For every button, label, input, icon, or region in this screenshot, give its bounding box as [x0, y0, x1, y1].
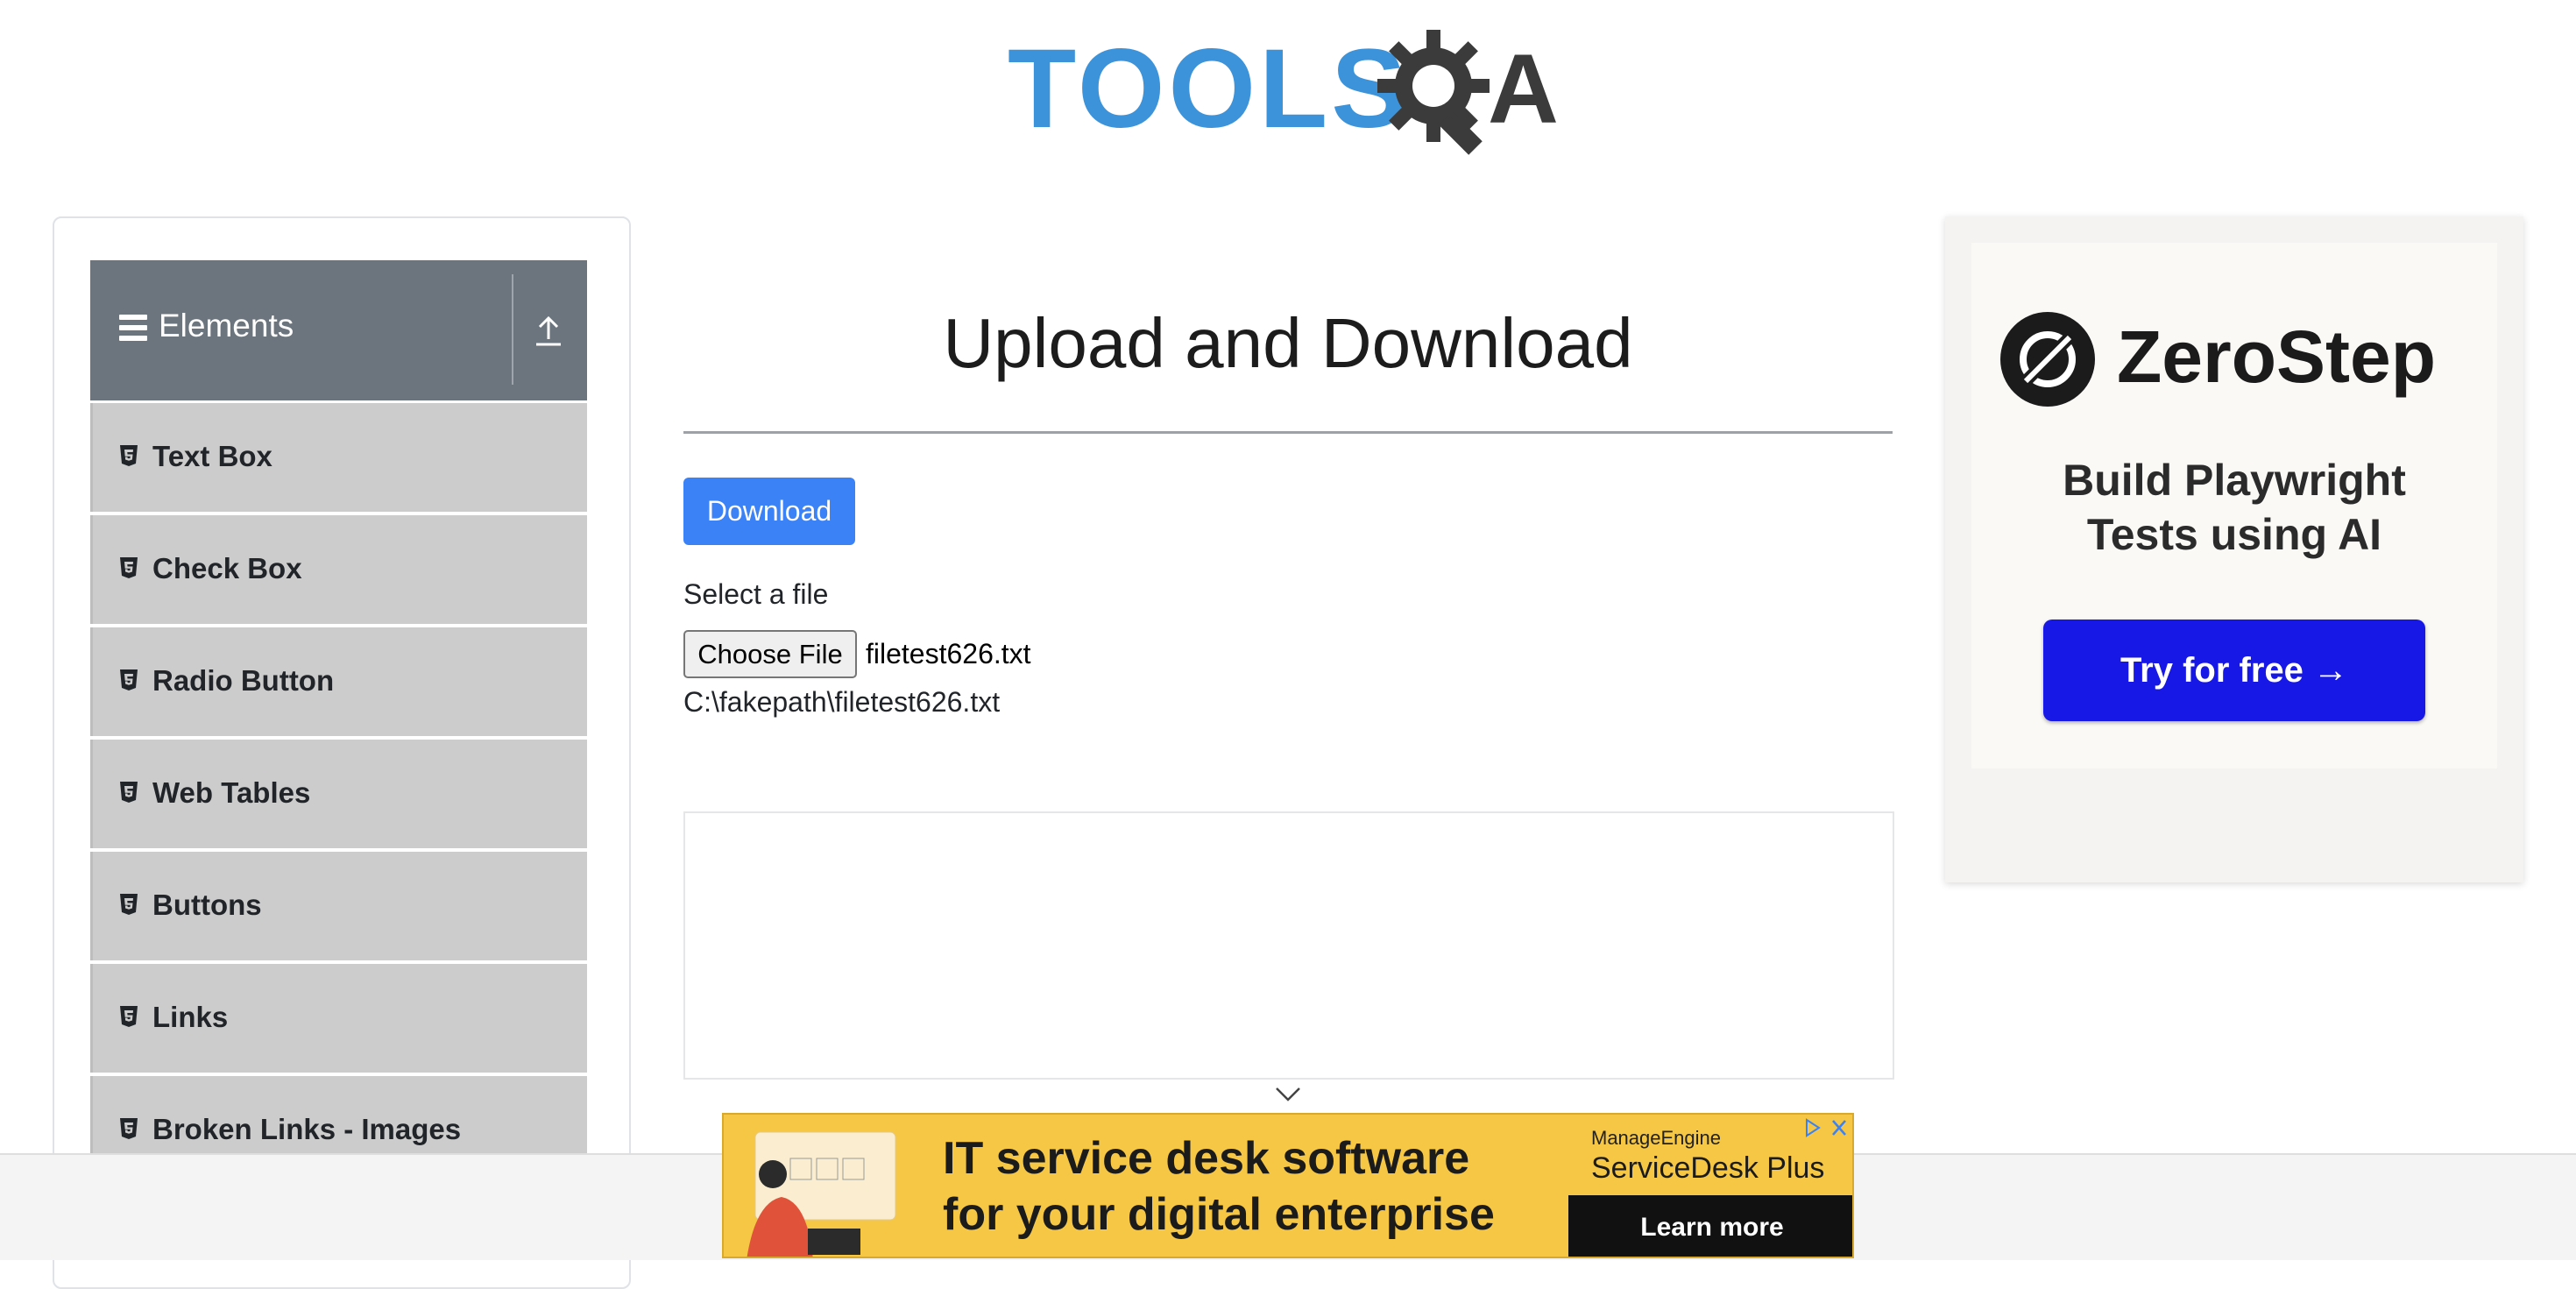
zerostep-logo-icon	[2000, 312, 2095, 407]
sidebar-item-label: Buttons	[152, 889, 262, 921]
choose-file-button[interactable]: Choose File	[683, 630, 857, 678]
sidebar-group-header[interactable]: Elements	[90, 260, 587, 400]
sidebar-item-label: Radio Button	[152, 664, 335, 697]
html5-icon	[120, 445, 138, 466]
menu-icon	[119, 315, 147, 341]
uploaded-file-path: C:\fakepath\filetest626.txt	[683, 686, 1001, 718]
ad-tagline-line1: Build Playwright	[2063, 456, 2406, 505]
sidebar-item-check-box[interactable]: Check Box	[90, 515, 587, 624]
sidebar-item-buttons[interactable]: Buttons	[90, 852, 587, 960]
sidebar-item-web-tables[interactable]: Web Tables	[90, 740, 587, 848]
html5-icon	[120, 782, 138, 803]
banner-headline-1: IT service desk software	[943, 1133, 1470, 1184]
download-button[interactable]: Download	[683, 478, 855, 545]
support-agent-illustration	[747, 1131, 896, 1257]
adchoices-close-icon[interactable]	[1801, 1116, 1851, 1139]
bottom-ad-banner[interactable]: IT service desk software for your digita…	[722, 1113, 1854, 1258]
html5-icon	[120, 1118, 138, 1139]
sidebar-item-text-box[interactable]: Text Box	[90, 403, 587, 512]
learn-more-button[interactable]: Learn more	[1568, 1195, 1852, 1257]
header-divider	[512, 274, 513, 385]
banner-product: ServiceDesk Plus	[1591, 1151, 1825, 1185]
html5-icon	[120, 557, 138, 578]
sidebar-item-label: Web Tables	[152, 776, 311, 809]
html5-icon	[120, 894, 138, 915]
logo-suffix: A	[1488, 34, 1559, 144]
try-for-free-button[interactable]: Try for free →	[2043, 620, 2425, 721]
banner-brand: ManageEngine	[1591, 1127, 1722, 1149]
title-divider	[683, 431, 1893, 434]
ad-placeholder	[683, 811, 1894, 1080]
collapse-arrow-icon[interactable]	[531, 309, 566, 350]
sidebar-menu: Text Box Check Box Radio Button Web Tabl…	[90, 403, 587, 1188]
toolsqa-logo[interactable]: TOOLS A	[1008, 26, 1577, 158]
banner-headline-2: for your digital enterprise	[943, 1189, 1495, 1240]
ad-tagline: Build Playwright Tests using AI	[1945, 453, 2523, 562]
select-file-label: Select a file	[683, 578, 829, 610]
zerostep-ad[interactable]: ZeroStep Build Playwright Tests using AI…	[1945, 216, 2523, 882]
sidebar-item-radio-button[interactable]: Radio Button	[90, 627, 587, 736]
sidebar-item-label: Links	[152, 1001, 229, 1033]
sidebar-item-label: Text Box	[152, 440, 272, 472]
sidebar-group-title: Elements	[159, 308, 294, 343]
sidebar-item-label: Broken Links - Images	[152, 1113, 462, 1145]
sidebar-item-label: Check Box	[152, 552, 302, 584]
page-title: Upload and Download	[943, 304, 1633, 382]
html5-icon	[120, 669, 138, 691]
chosen-file-name: filetest626.txt	[866, 638, 1031, 669]
gear-magnifier-icon	[1377, 30, 1490, 155]
ad-brand: ZeroStep	[2117, 315, 2437, 398]
html5-icon	[120, 1006, 138, 1027]
ad-tagline-line2: Tests using AI	[2086, 510, 2382, 559]
chevron-down-icon[interactable]	[1275, 1087, 1301, 1102]
sidebar-item-links[interactable]: Links	[90, 964, 587, 1073]
logo-text: TOOLS	[1008, 26, 1410, 152]
